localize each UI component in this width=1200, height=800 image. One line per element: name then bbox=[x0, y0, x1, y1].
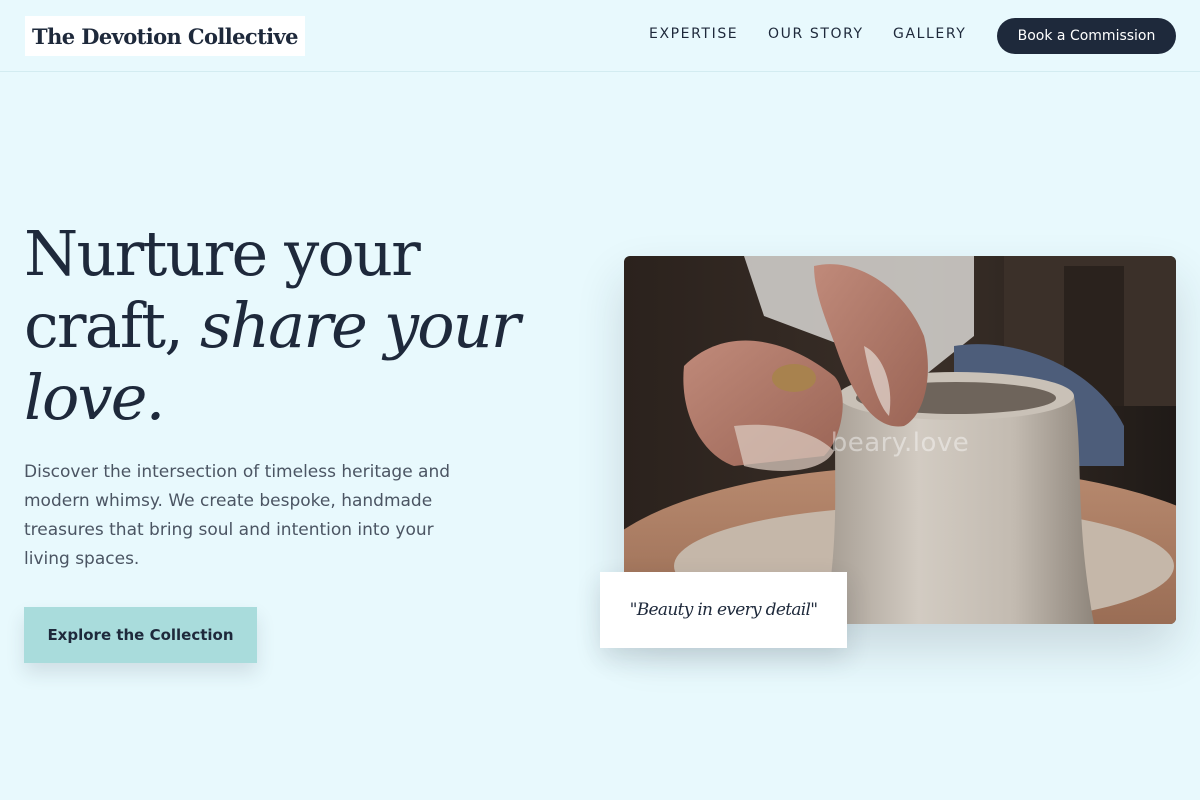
headline-line-1: Nurture your bbox=[24, 217, 421, 290]
logo[interactable]: The Devotion Collective bbox=[25, 16, 305, 56]
nav-link-gallery[interactable]: GALLERY bbox=[893, 26, 966, 42]
site-header: The Devotion Collective EXPERTISE OUR ST… bbox=[0, 0, 1200, 72]
hero-image: beary.love bbox=[624, 256, 1176, 624]
hero-headline: Nurture your craft, share your love. bbox=[24, 218, 584, 434]
headline-line-2-plain: craft, bbox=[24, 289, 201, 362]
quote-card: "Beauty in every detail" bbox=[600, 572, 847, 648]
book-commission-button[interactable]: Book a Commission bbox=[997, 18, 1176, 54]
hero-description: Discover the intersection of timeless he… bbox=[24, 462, 451, 569]
nav-link-our-story[interactable]: OUR STORY bbox=[768, 26, 864, 42]
watermark-text: beary.love bbox=[830, 428, 970, 458]
quote-text: "Beauty in every detail" bbox=[629, 600, 818, 620]
headline-line-3-italic: love. bbox=[24, 361, 165, 434]
explore-collection-button[interactable]: Explore the Collection bbox=[24, 607, 257, 663]
headline-line-2-italic: share your bbox=[200, 289, 520, 362]
brand-name: The Devotion Collective bbox=[32, 23, 298, 49]
nav-link-expertise[interactable]: EXPERTISE bbox=[649, 26, 738, 42]
